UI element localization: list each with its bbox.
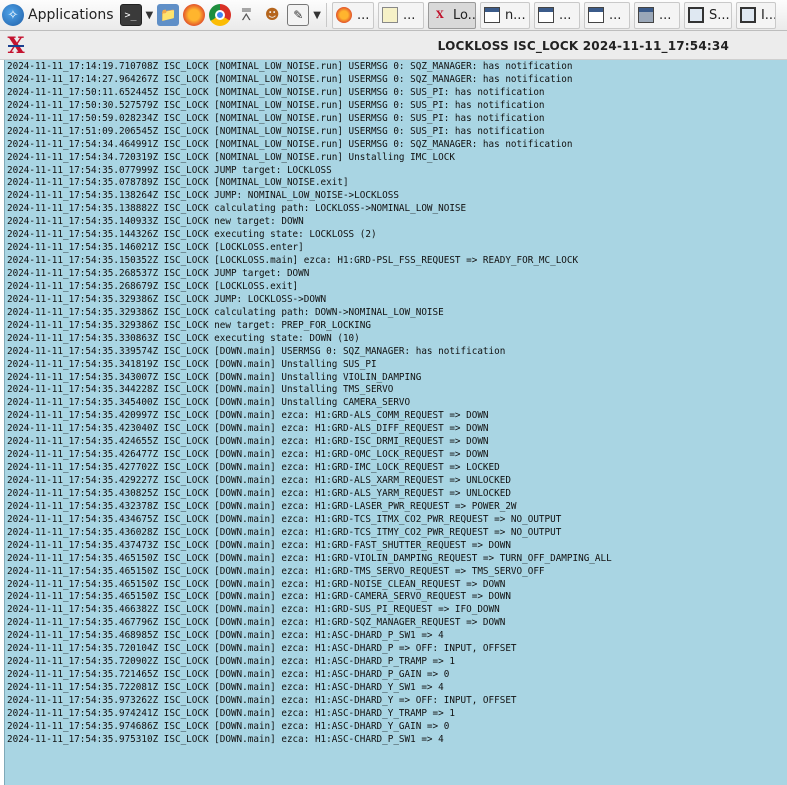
task-label: ... xyxy=(608,7,622,23)
task-label: ... xyxy=(558,7,572,23)
log-line: 2024-11-11_17:54:35.329386Z ISC_LOCK JUM… xyxy=(7,293,327,305)
window-icon xyxy=(587,7,604,23)
log-line: 2024-11-11_17:51:09.206545Z ISC_LOCK [NO… xyxy=(7,125,545,137)
window-title: LOCKLOSS ISC_LOCK 2024-11-11_17:54:34 xyxy=(437,39,729,53)
notes-icon xyxy=(381,7,398,23)
log-line: 2024-11-11_17:54:35.974686Z ISC_LOCK [DO… xyxy=(7,720,450,732)
log-line: 2024-11-11_17:54:35.341819Z ISC_LOCK [DO… xyxy=(7,358,377,370)
chevron-down-icon[interactable]: ▼ xyxy=(313,10,321,21)
log-line: 2024-11-11_17:54:35.720104Z ISC_LOCK [DO… xyxy=(7,643,517,655)
taskbar-separator xyxy=(325,3,327,27)
applications-menu-button[interactable]: ✧ Applications xyxy=(0,0,118,31)
log-line: 2024-11-11_17:54:35.465150Z ISC_LOCK [DO… xyxy=(7,578,506,590)
log-line: 2024-11-11_17:54:35.423040Z ISC_LOCK [DO… xyxy=(7,423,489,435)
log-line: 2024-11-11_17:54:35.150352Z ISC_LOCK [LO… xyxy=(7,255,579,267)
log-line: 2024-11-11_17:54:35.432378Z ISC_LOCK [DO… xyxy=(7,500,517,512)
applications-label: Applications xyxy=(28,7,114,23)
log-line: 2024-11-11_17:54:35.973262Z ISC_LOCK [DO… xyxy=(7,694,517,706)
log-line: 2024-11-11_17:54:35.722081Z ISC_LOCK [DO… xyxy=(7,682,444,693)
firefox-launcher-icon[interactable] xyxy=(183,4,206,26)
task-button-monitor-s[interactable]: S... xyxy=(683,1,732,29)
task-button-lockloss[interactable]: X Lo... xyxy=(427,1,476,29)
log-line: 2024-11-11_17:54:35.329386Z ISC_LOCK new… xyxy=(7,319,371,331)
log-line: 2024-11-11_17:54:35.434675Z ISC_LOCK [DO… xyxy=(7,513,562,525)
log-line: 2024-11-11_17:54:35.436028Z ISC_LOCK [DO… xyxy=(7,526,562,538)
log-text-area[interactable]: 2024-11-11_17:14:19.710708Z ISC_LOCK [NO… xyxy=(4,60,787,785)
log-line: 2024-11-11_17:54:35.465150Z ISC_LOCK [DO… xyxy=(7,591,511,603)
log-line: 2024-11-11_17:14:27.964267Z ISC_LOCK [NO… xyxy=(7,73,573,85)
log-line: 2024-11-11_17:54:35.466382Z ISC_LOCK [DO… xyxy=(7,604,500,616)
log-line: 2024-11-11_17:50:59.028234Z ISC_LOCK [NO… xyxy=(7,112,545,124)
task-label: n... xyxy=(504,7,526,23)
task-label: I... xyxy=(760,7,776,23)
task-button-monitor-i[interactable]: I... xyxy=(735,1,776,29)
xfce-logo-icon: ✧ xyxy=(2,4,24,26)
task-button-window[interactable]: ... xyxy=(633,1,680,29)
log-line: 2024-11-11_17:54:35.426477Z ISC_LOCK [DO… xyxy=(7,449,489,461)
log-line: 2024-11-11_17:54:35.467796Z ISC_LOCK [DO… xyxy=(7,617,506,629)
log-line: 2024-11-11_17:54:35.345400Z ISC_LOCK [DO… xyxy=(7,397,411,409)
window-titlebar[interactable]: X LOCKLOSS ISC_LOCK 2024-11-11_17:54:34 xyxy=(0,31,787,60)
log-line: 2024-11-11_17:54:35.140933Z ISC_LOCK new… xyxy=(7,216,304,228)
task-label: ... xyxy=(402,7,416,23)
task-button-firefox[interactable]: ... xyxy=(331,1,374,29)
window-icon xyxy=(637,7,654,23)
log-line: 2024-11-11_17:54:35.138882Z ISC_LOCK cal… xyxy=(7,203,467,215)
window-icon xyxy=(483,7,500,23)
medm-icon: X xyxy=(436,9,444,21)
log-line: 2024-11-11_17:54:35.465150Z ISC_LOCK [DO… xyxy=(7,565,545,577)
notes-launcher-icon[interactable]: ✎ xyxy=(287,4,310,26)
log-line: 2024-11-11_17:54:35.974241Z ISC_LOCK [DO… xyxy=(7,707,455,719)
log-line: 2024-11-11_17:54:35.721465Z ISC_LOCK [DO… xyxy=(7,669,450,681)
log-line: 2024-11-11_17:54:35.720902Z ISC_LOCK [DO… xyxy=(7,656,455,668)
share-launcher-icon[interactable]: ⩞ xyxy=(235,4,257,26)
log-line: 2024-11-11_17:54:35.146021Z ISC_LOCK [LO… xyxy=(7,242,304,254)
log-line: 2024-11-11_17:54:35.078789Z ISC_LOCK [NO… xyxy=(7,177,349,189)
task-button-notes[interactable]: ... xyxy=(377,1,424,29)
task-label: Lo... xyxy=(452,7,476,23)
log-line: 2024-11-11_17:54:35.144326Z ISC_LOCK exe… xyxy=(7,229,377,241)
log-line: 2024-11-11_17:54:35.468985Z ISC_LOCK [DO… xyxy=(7,630,444,642)
monitor-icon xyxy=(687,7,704,23)
log-line: 2024-11-11_17:54:35.268679Z ISC_LOCK [LO… xyxy=(7,280,299,292)
log-line: 2024-11-11_17:54:35.420997Z ISC_LOCK [DO… xyxy=(7,410,489,422)
chrome-launcher-icon[interactable] xyxy=(209,4,232,26)
users-launcher-icon[interactable]: ☻ xyxy=(261,4,283,26)
log-line: 2024-11-11_17:54:35.343007Z ISC_LOCK [DO… xyxy=(7,371,422,383)
taskbar: ✧ Applications >_ ▼ 📁 ⩞ ☻ ✎ ▼ ... ... X … xyxy=(0,0,787,31)
log-line: 2024-11-11_17:54:35.077999Z ISC_LOCK JUM… xyxy=(7,164,332,176)
log-line: 2024-11-11_17:54:34.464991Z ISC_LOCK [NO… xyxy=(7,138,573,150)
window-icon xyxy=(537,7,554,23)
task-label: ... xyxy=(356,7,370,23)
log-line: 2024-11-11_17:54:35.975310Z ISC_LOCK [DO… xyxy=(7,733,444,745)
monitor-icon xyxy=(739,7,756,23)
task-button-window[interactable]: ... xyxy=(533,1,580,29)
task-label: S... xyxy=(708,7,730,23)
task-button-window[interactable]: ... xyxy=(583,1,630,29)
log-line: 2024-11-11_17:54:35.437473Z ISC_LOCK [DO… xyxy=(7,539,511,551)
log-line: 2024-11-11_17:54:35.330863Z ISC_LOCK exe… xyxy=(7,332,360,344)
log-line: 2024-11-11_17:54:35.344228Z ISC_LOCK [DO… xyxy=(7,384,394,396)
task-label: ... xyxy=(658,7,672,23)
file-manager-launcher-icon[interactable]: 📁 xyxy=(157,4,180,26)
log-line: 2024-11-11_17:14:19.710708Z ISC_LOCK [NO… xyxy=(7,61,573,72)
log-line: 2024-11-11_17:54:35.339574Z ISC_LOCK [DO… xyxy=(7,345,506,357)
firefox-icon xyxy=(335,7,352,23)
log-line: 2024-11-11_17:54:35.429227Z ISC_LOCK [DO… xyxy=(7,475,511,486)
log-line: 2024-11-11_17:54:35.329386Z ISC_LOCK cal… xyxy=(7,306,444,318)
log-line: 2024-11-11_17:54:35.430825Z ISC_LOCK [DO… xyxy=(7,487,511,499)
task-button-window-n[interactable]: n... xyxy=(479,1,530,29)
medm-logo-icon[interactable]: X xyxy=(5,35,27,57)
log-line: 2024-11-11_17:50:30.527579Z ISC_LOCK [NO… xyxy=(7,99,545,111)
log-line: 2024-11-11_17:54:35.268537Z ISC_LOCK JUM… xyxy=(7,268,310,279)
log-line: 2024-11-11_17:54:35.465150Z ISC_LOCK [DO… xyxy=(7,552,612,564)
log-line: 2024-11-11_17:54:35.138264Z ISC_LOCK JUM… xyxy=(7,190,399,202)
log-line: 2024-11-11_17:54:35.424655Z ISC_LOCK [DO… xyxy=(7,436,489,448)
chevron-down-icon[interactable]: ▼ xyxy=(146,10,154,21)
terminal-launcher-icon[interactable]: >_ xyxy=(119,4,142,26)
log-line: 2024-11-11_17:54:34.720319Z ISC_LOCK [NO… xyxy=(7,151,455,163)
log-line: 2024-11-11_17:50:11.652445Z ISC_LOCK [NO… xyxy=(7,86,545,98)
log-line: 2024-11-11_17:54:35.427702Z ISC_LOCK [DO… xyxy=(7,462,500,474)
